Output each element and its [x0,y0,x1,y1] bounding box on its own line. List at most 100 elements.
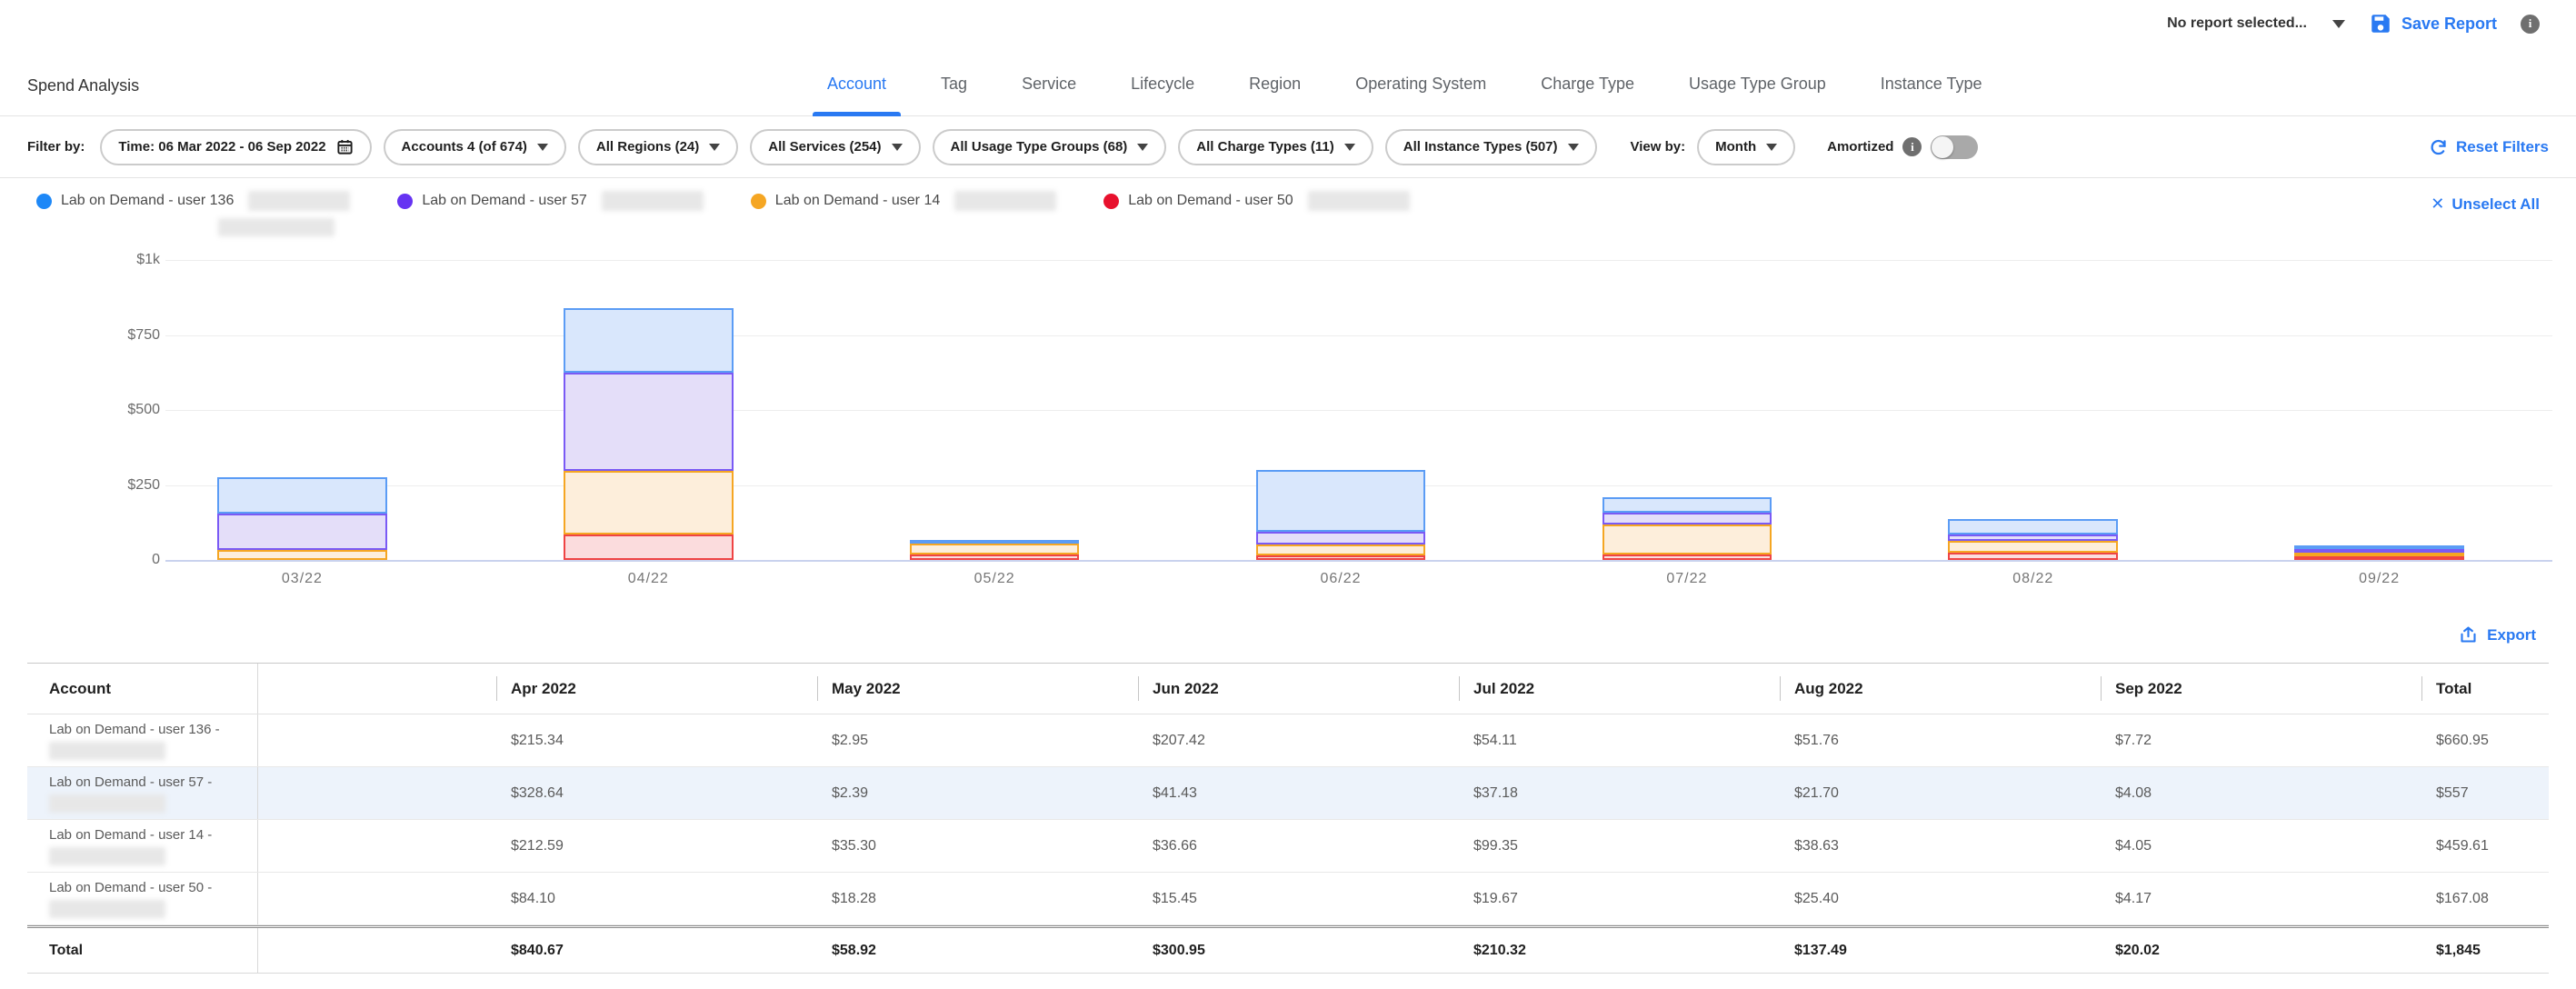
value-cell: $35.30 [817,820,1138,872]
tab-region[interactable]: Region [1222,75,1328,115]
bar-segment [564,308,734,373]
account-name: Lab on Demand - user 50 - [49,880,212,895]
legend-item[interactable]: Lab on Demand - user 14 [751,191,1056,236]
value-cell: $212.59 [496,820,817,872]
column-header-account: Account [27,664,258,714]
bar-segment [564,373,734,471]
tab-usage-type-group[interactable]: Usage Type Group [1662,75,1853,115]
spend-bar-chart: $1k$750$500$2500 03/2204/2205/2206/2207/… [27,255,2552,602]
stacked-bar-05-22[interactable] [910,540,1080,560]
stacked-bar-09-22[interactable] [2294,545,2464,560]
save-report-label: Save Report [2401,15,2497,34]
view-by-dropdown[interactable]: Month [1697,129,1795,165]
column-header [258,664,496,714]
tab-instance-type[interactable]: Instance Type [1853,75,2010,115]
unselect-all-button[interactable]: ✕ Unselect All [2431,191,2540,214]
bar-slot [475,260,822,560]
tab-charge-type[interactable]: Charge Type [1513,75,1662,115]
time-filter-pill[interactable]: Time: 06 Mar 2022 - 06 Sep 2022 [100,129,371,165]
report-selector-dropdown[interactable]: No report selected... [2167,15,2345,32]
save-report-button[interactable]: Save Report [2369,12,2497,35]
value-cell: $84.10 [496,873,817,924]
info-icon[interactable]: i [2521,15,2540,34]
account-cell: Lab on Demand - user 50 - [27,873,258,924]
filter-dropdown-all-instance-types[interactable]: All Instance Types (507) [1385,129,1597,165]
x-axis-label: 09/22 [2206,571,2552,587]
account-cell: Lab on Demand - user 14 - [27,820,258,872]
x-axis-label: 06/22 [1168,571,1514,587]
legend-item[interactable]: Lab on Demand - user 57 [397,191,703,236]
column-header: Apr 2022 [496,664,817,714]
table-header-row: AccountApr 2022May 2022Jun 2022Jul 2022A… [27,664,2549,714]
legend-dot-icon [751,194,766,209]
stacked-bar-08-22[interactable] [1948,519,2118,560]
bar-segment [2294,556,2464,560]
bar-segment [1603,554,1772,560]
amortized-control: Amortized i [1827,135,1978,159]
value-cell: $18.28 [817,873,1138,924]
info-icon[interactable]: i [1902,137,1922,156]
tab-account[interactable]: Account [800,75,914,115]
legend-item-label: Lab on Demand - user 57 [422,193,586,209]
value-cell: $38.63 [1780,820,2101,872]
column-header: Jun 2022 [1138,664,1459,714]
table-row: Lab on Demand - user 57 -$328.64$2.39$41… [27,767,2549,820]
redacted-text [49,794,165,813]
tab-operating-system[interactable]: Operating System [1328,75,1513,115]
account-name: Lab on Demand - user 14 - [49,827,212,843]
reset-filters-button[interactable]: Reset Filters [2429,137,2549,156]
legend-item[interactable]: Lab on Demand - user 136 [36,191,350,236]
value-cell: $51.76 [1780,714,2101,766]
stacked-bar-06-22[interactable] [1256,470,1426,560]
redacted-text [49,900,165,918]
stacked-bar-07-22[interactable] [1603,497,1772,560]
x-axis-label: 08/22 [1860,571,2206,587]
value-cell: $15.45 [1138,873,1459,924]
close-icon: ✕ [2431,195,2444,214]
legend-item[interactable]: Lab on Demand - user 50 [1103,191,1409,236]
chevron-down-icon [1766,144,1777,151]
filter-dropdown-all-services[interactable]: All Services (254) [750,129,920,165]
column-header: Total [2421,664,2549,714]
legend-item-label: Lab on Demand - user 50 [1128,193,1293,209]
export-button[interactable]: Export [2459,625,2536,644]
amortized-toggle[interactable] [1931,135,1978,159]
tab-lifecycle[interactable]: Lifecycle [1103,75,1222,115]
stacked-bar-04-22[interactable] [564,308,734,560]
value-cell: $37.18 [1459,767,1780,819]
bar-slot [1513,260,1860,560]
chevron-down-icon [2332,20,2345,28]
empty-cell [258,820,496,872]
export-icon [2459,625,2478,644]
total-value-cell: $58.92 [817,928,1138,973]
table-row: Lab on Demand - user 136 -$215.34$2.95$2… [27,714,2549,767]
chevron-down-icon [709,144,720,151]
bar-segment [1256,532,1426,544]
table-total-row: Total$840.67$58.92$300.95$210.32$137.49$… [27,925,2549,973]
filter-dropdown-all-charge-types[interactable]: All Charge Types (11) [1178,129,1373,165]
bar-slot [129,260,475,560]
value-cell: $54.11 [1459,714,1780,766]
tab-tag[interactable]: Tag [914,75,994,115]
value-cell: $41.43 [1138,767,1459,819]
filter-dropdown-all-usage-type-groups[interactable]: All Usage Type Groups (68) [933,129,1167,165]
bar-slot [2206,260,2552,560]
bar-segment [564,471,734,534]
stacked-bar-03-22[interactable] [217,477,387,560]
total-value-cell: $1,845 [2421,928,2549,973]
filter-dropdown-all-regions[interactable]: All Regions (24) [578,129,738,165]
redacted-text [954,191,1056,211]
bar-segment [217,550,387,560]
filter-dropdown-accounts-4[interactable]: Accounts 4 (of 674) [384,129,566,165]
tab-service[interactable]: Service [994,75,1103,115]
account-cell: Lab on Demand - user 136 - [27,714,258,766]
chevron-down-icon [1344,144,1355,151]
chevron-down-icon [1137,144,1148,151]
x-axis-label: 04/22 [475,571,822,587]
account-name: Lab on Demand - user 57 - [49,774,212,790]
total-value-cell: $210.32 [1459,928,1780,973]
value-cell: $557 [2421,767,2549,819]
total-value-cell: $300.95 [1138,928,1459,973]
bar-segment [1256,555,1426,560]
spend-table: AccountApr 2022May 2022Jun 2022Jul 2022A… [27,663,2549,974]
